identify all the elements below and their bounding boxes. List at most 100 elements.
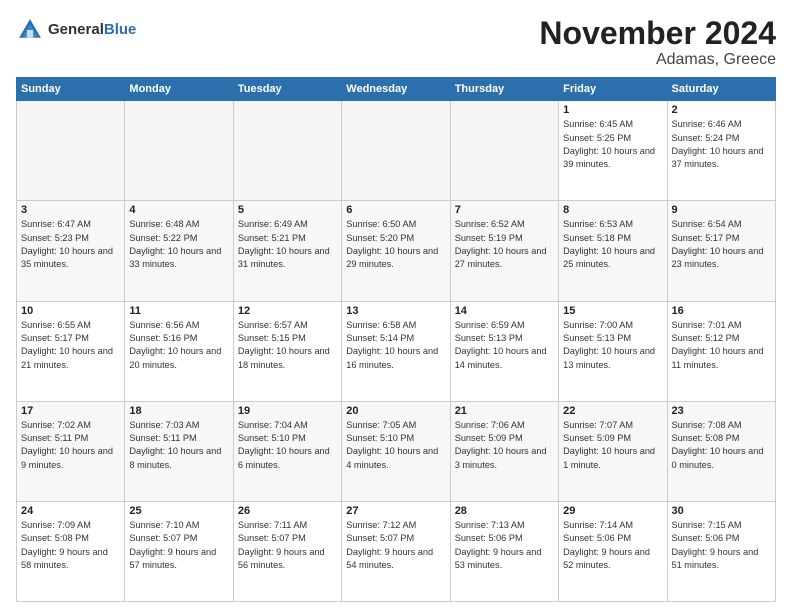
day-number: 17 <box>21 405 120 417</box>
calendar-cell: 10Sunrise: 6:55 AMSunset: 5:17 PMDayligh… <box>17 301 125 401</box>
calendar-cell: 13Sunrise: 6:58 AMSunset: 5:14 PMDayligh… <box>342 301 450 401</box>
day-info: Sunrise: 7:01 AMSunset: 5:12 PMDaylight:… <box>672 319 771 372</box>
day-number: 15 <box>563 305 662 317</box>
title-block: November 2024 Adamas, Greece <box>539 16 776 69</box>
day-info: Sunrise: 7:14 AMSunset: 5:06 PMDaylight:… <box>563 519 662 572</box>
day-info: Sunrise: 7:06 AMSunset: 5:09 PMDaylight:… <box>455 419 554 472</box>
calendar-cell: 7 Sunrise: 6:52 AMSunset: 5:19 PMDaylight… <box>450 201 558 301</box>
day-number: 6 <box>346 204 445 216</box>
logo-general: General <box>48 21 104 38</box>
calendar-cell <box>450 101 558 201</box>
calendar-cell: 30 Sunrise: 7:15 AMSunset: 5:06 PMDayligh… <box>667 501 775 601</box>
day-info: Sunrise: 7:13 AMSunset: 5:06 PMDaylight:… <box>455 519 554 572</box>
day-info: Sunrise: 6:54 AMSunset: 5:17 PMDaylight:… <box>672 218 771 271</box>
day-number: 29 <box>563 505 662 517</box>
header-saturday: Saturday <box>667 78 775 101</box>
day-number: 7 <box>455 204 554 216</box>
day-info: Sunrise: 7:10 AMSunset: 5:07 PMDaylight:… <box>129 519 228 572</box>
calendar-cell: 4Sunrise: 6:48 AMSunset: 5:22 PMDaylight… <box>125 201 233 301</box>
calendar-week-5: 24 Sunrise: 7:09 AMSunset: 5:08 PMDayligh… <box>17 501 776 601</box>
logo: GeneralBlue <box>16 16 136 44</box>
calendar-cell: 16 Sunrise: 7:01 AMSunset: 5:12 PMDayligh… <box>667 301 775 401</box>
day-number: 3 <box>21 204 120 216</box>
day-number: 9 <box>672 204 771 216</box>
calendar-cell: 14 Sunrise: 6:59 AMSunset: 5:13 PMDayligh… <box>450 301 558 401</box>
calendar-cell: 22Sunrise: 7:07 AMSunset: 5:09 PMDayligh… <box>559 401 667 501</box>
day-info: Sunrise: 6:59 AMSunset: 5:13 PMDaylight:… <box>455 319 554 372</box>
calendar-cell: 3 Sunrise: 6:47 AMSunset: 5:23 PMDaylight… <box>17 201 125 301</box>
header-friday: Friday <box>559 78 667 101</box>
day-info: Sunrise: 6:47 AMSunset: 5:23 PMDaylight:… <box>21 218 120 271</box>
day-number: 2 <box>672 104 771 116</box>
day-number: 25 <box>129 505 228 517</box>
logo-icon <box>16 16 44 44</box>
calendar-cell: 12 Sunrise: 6:57 AMSunset: 5:15 PMDayligh… <box>233 301 341 401</box>
day-info: Sunrise: 7:11 AMSunset: 5:07 PMDaylight:… <box>238 519 337 572</box>
day-number: 14 <box>455 305 554 317</box>
day-number: 24 <box>21 505 120 517</box>
location-title: Adamas, Greece <box>539 51 776 69</box>
calendar-header-row: Sunday Monday Tuesday Wednesday Thursday… <box>17 78 776 101</box>
page: GeneralBlue November 2024 Adamas, Greece… <box>0 0 792 612</box>
day-info: Sunrise: 7:00 AMSunset: 5:13 PMDaylight:… <box>563 319 662 372</box>
day-number: 12 <box>238 305 337 317</box>
header-sunday: Sunday <box>17 78 125 101</box>
calendar-cell: 1 Sunrise: 6:45 AMSunset: 5:25 PMDaylight… <box>559 101 667 201</box>
calendar-cell: 26 Sunrise: 7:11 AMSunset: 5:07 PMDayligh… <box>233 501 341 601</box>
day-info: Sunrise: 6:57 AMSunset: 5:15 PMDaylight:… <box>238 319 337 372</box>
day-number: 26 <box>238 505 337 517</box>
day-number: 1 <box>563 104 662 116</box>
calendar-cell: 29 Sunrise: 7:14 AMSunset: 5:06 PMDayligh… <box>559 501 667 601</box>
day-info: Sunrise: 6:46 AMSunset: 5:24 PMDaylight:… <box>672 118 771 171</box>
day-number: 5 <box>238 204 337 216</box>
day-info: Sunrise: 7:09 AMSunset: 5:08 PMDaylight:… <box>21 519 120 572</box>
calendar-cell: 8 Sunrise: 6:53 AMSunset: 5:18 PMDaylight… <box>559 201 667 301</box>
calendar-cell <box>233 101 341 201</box>
day-number: 8 <box>563 204 662 216</box>
day-number: 16 <box>672 305 771 317</box>
day-info: Sunrise: 7:03 AMSunset: 5:11 PMDaylight:… <box>129 419 228 472</box>
calendar-cell <box>17 101 125 201</box>
day-info: Sunrise: 7:12 AMSunset: 5:07 PMDaylight:… <box>346 519 445 572</box>
header: GeneralBlue November 2024 Adamas, Greece <box>16 16 776 69</box>
calendar-cell: 19 Sunrise: 7:04 AMSunset: 5:10 PMDayligh… <box>233 401 341 501</box>
day-number: 19 <box>238 405 337 417</box>
day-info: Sunrise: 7:15 AMSunset: 5:06 PMDaylight:… <box>672 519 771 572</box>
calendar-cell: 27Sunrise: 7:12 AMSunset: 5:07 PMDayligh… <box>342 501 450 601</box>
day-number: 20 <box>346 405 445 417</box>
day-number: 23 <box>672 405 771 417</box>
day-info: Sunrise: 7:02 AMSunset: 5:11 PMDaylight:… <box>21 419 120 472</box>
header-wednesday: Wednesday <box>342 78 450 101</box>
calendar-cell: 28 Sunrise: 7:13 AMSunset: 5:06 PMDayligh… <box>450 501 558 601</box>
day-number: 4 <box>129 204 228 216</box>
calendar-week-2: 3 Sunrise: 6:47 AMSunset: 5:23 PMDaylight… <box>17 201 776 301</box>
calendar-cell: 6 Sunrise: 6:50 AMSunset: 5:20 PMDaylight… <box>342 201 450 301</box>
day-info: Sunrise: 7:08 AMSunset: 5:08 PMDaylight:… <box>672 419 771 472</box>
month-title: November 2024 <box>539 16 776 51</box>
calendar-week-1: 1 Sunrise: 6:45 AMSunset: 5:25 PMDaylight… <box>17 101 776 201</box>
calendar-cell: 15 Sunrise: 7:00 AMSunset: 5:13 PMDayligh… <box>559 301 667 401</box>
day-number: 18 <box>129 405 228 417</box>
day-info: Sunrise: 6:52 AMSunset: 5:19 PMDaylight:… <box>455 218 554 271</box>
day-info: Sunrise: 6:45 AMSunset: 5:25 PMDaylight:… <box>563 118 662 171</box>
calendar-week-3: 10Sunrise: 6:55 AMSunset: 5:17 PMDayligh… <box>17 301 776 401</box>
day-info: Sunrise: 6:50 AMSunset: 5:20 PMDaylight:… <box>346 218 445 271</box>
day-number: 30 <box>672 505 771 517</box>
day-info: Sunrise: 6:53 AMSunset: 5:18 PMDaylight:… <box>563 218 662 271</box>
calendar-week-4: 17 Sunrise: 7:02 AMSunset: 5:11 PMDayligh… <box>17 401 776 501</box>
calendar-cell: 24 Sunrise: 7:09 AMSunset: 5:08 PMDayligh… <box>17 501 125 601</box>
header-thursday: Thursday <box>450 78 558 101</box>
day-info: Sunrise: 6:56 AMSunset: 5:16 PMDaylight:… <box>129 319 228 372</box>
calendar-cell: 18 Sunrise: 7:03 AMSunset: 5:11 PMDayligh… <box>125 401 233 501</box>
day-info: Sunrise: 7:04 AMSunset: 5:10 PMDaylight:… <box>238 419 337 472</box>
day-info: Sunrise: 7:07 AMSunset: 5:09 PMDaylight:… <box>563 419 662 472</box>
logo-blue: Blue <box>104 21 137 38</box>
header-monday: Monday <box>125 78 233 101</box>
calendar-cell: 17 Sunrise: 7:02 AMSunset: 5:11 PMDayligh… <box>17 401 125 501</box>
day-number: 28 <box>455 505 554 517</box>
calendar-cell: 5 Sunrise: 6:49 AMSunset: 5:21 PMDaylight… <box>233 201 341 301</box>
header-tuesday: Tuesday <box>233 78 341 101</box>
calendar-cell: 2 Sunrise: 6:46 AMSunset: 5:24 PMDaylight… <box>667 101 775 201</box>
day-info: Sunrise: 6:55 AMSunset: 5:17 PMDaylight:… <box>21 319 120 372</box>
day-info: Sunrise: 6:49 AMSunset: 5:21 PMDaylight:… <box>238 218 337 271</box>
